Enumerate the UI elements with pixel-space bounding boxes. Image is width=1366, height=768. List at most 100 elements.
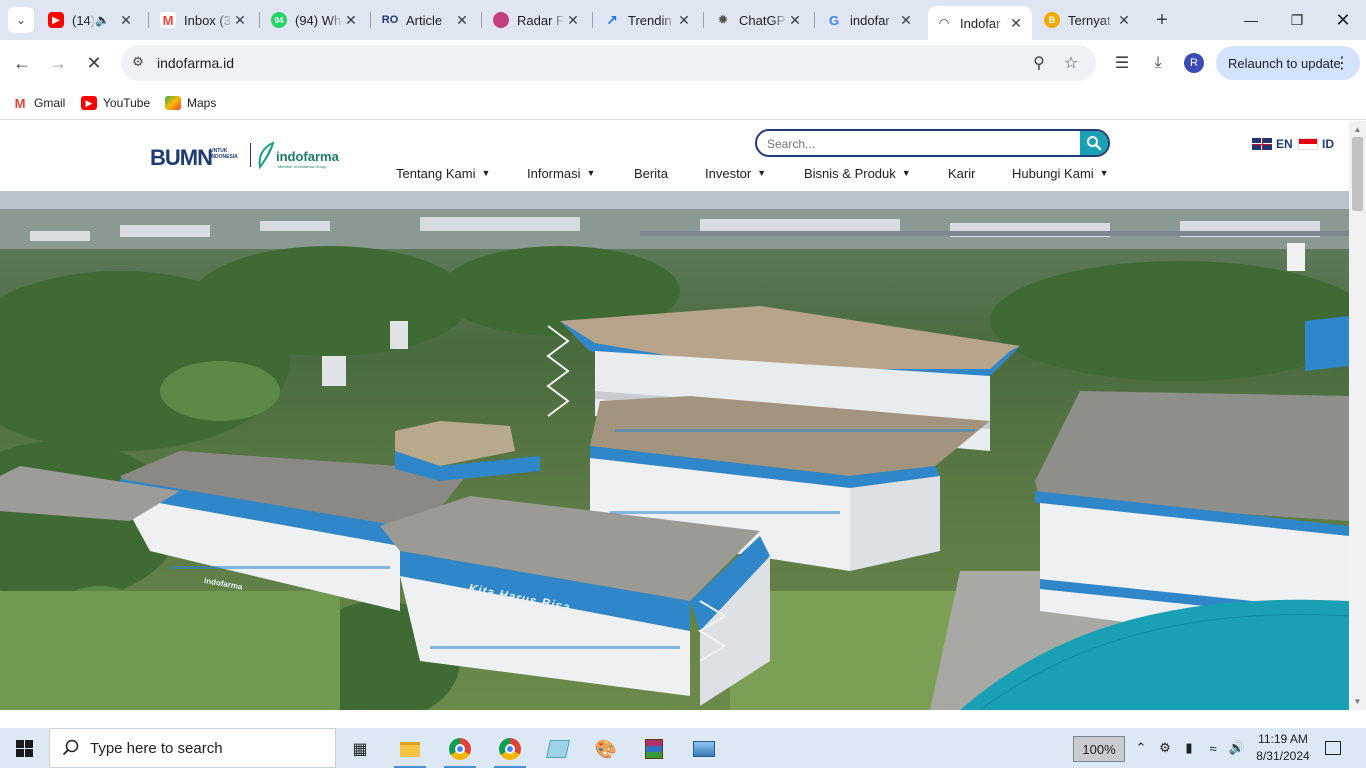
close-tab-icon[interactable]: ✕	[118, 12, 134, 28]
tab-whatsapp[interactable]: 94 (94) Wh ✕	[263, 6, 367, 34]
scrollbar-thumb[interactable]	[1352, 137, 1363, 211]
close-tab-icon[interactable]: ✕	[565, 12, 581, 28]
nav-label: Berita	[634, 165, 668, 181]
close-tab-icon[interactable]: ✕	[454, 12, 470, 28]
photos-app-button[interactable]	[684, 732, 724, 766]
tab-separator	[259, 12, 260, 28]
taskbar-search[interactable]: Type here to search	[49, 728, 336, 768]
tab-title: ChatGP	[739, 12, 786, 28]
tab-trending[interactable]: ↗ Trendin ✕	[596, 6, 700, 34]
web-page: BUMN UNTUK INDONESIA indofarma Member of…	[0, 121, 1349, 710]
tab-gmail[interactable]: M Inbox (3 ✕	[152, 6, 256, 34]
winrar-icon	[645, 739, 663, 759]
show-hidden-icons-button[interactable]: ⌃	[1132, 728, 1150, 768]
system-clock[interactable]: 11:19 AM 8/31/2024	[1248, 731, 1318, 765]
tab-search-button[interactable]: ⌄	[8, 7, 34, 33]
notifications-button[interactable]	[1322, 728, 1344, 768]
paint-app-button[interactable]: 🎨	[586, 732, 626, 766]
close-tab-icon[interactable]: ✕	[343, 12, 359, 28]
bitcoin-icon: B	[1044, 12, 1060, 28]
close-tab-icon[interactable]: ✕	[1116, 12, 1132, 28]
restore-button[interactable]: ❐	[1274, 0, 1320, 40]
site-info-icon[interactable]: ⚙	[129, 54, 147, 72]
profile-avatar[interactable]: R	[1184, 53, 1204, 73]
stop-loading-button[interactable]: ✕	[80, 49, 108, 77]
tab-google-search[interactable]: G indofar ✕	[818, 6, 922, 34]
close-window-button[interactable]: ✕	[1320, 0, 1366, 40]
tab-separator	[592, 12, 593, 28]
bookmark-label: YouTube	[103, 96, 151, 110]
nav-tentang-kami[interactable]: Tentang Kami ▼	[396, 163, 490, 183]
nav-berita[interactable]: Berita	[634, 163, 668, 183]
tab-chatgpt[interactable]: ✹ ChatGP ✕	[707, 6, 811, 34]
minimize-button[interactable]: —	[1228, 0, 1274, 40]
bookmark-maps[interactable]: Maps	[165, 93, 216, 113]
notes-app-button[interactable]	[538, 732, 578, 766]
file-explorer-button[interactable]	[390, 732, 430, 768]
tab-title: Article	[406, 12, 443, 28]
bookmark-gmail[interactable]: M Gmail	[12, 93, 65, 113]
back-button[interactable]: ←	[8, 49, 36, 77]
scroll-down-icon[interactable]: ▼	[1353, 697, 1362, 706]
zoom-level-badge[interactable]: 100%	[1073, 736, 1125, 762]
tab-radar[interactable]: Radar F ✕	[485, 6, 589, 34]
start-button[interactable]	[0, 728, 48, 768]
tab-indofarma-active[interactable]: ◠ Indofar ✕	[928, 6, 1032, 40]
close-tab-icon[interactable]: ✕	[232, 12, 248, 28]
close-tab-icon[interactable]: ✕	[787, 12, 803, 28]
address-bar[interactable]: ⚙ indofarma.id ⚲ ☆	[121, 45, 1096, 81]
url-text[interactable]: indofarma.id	[157, 55, 234, 71]
zoom-icon[interactable]: ⚲	[1029, 53, 1049, 73]
nav-label: Karir	[948, 165, 976, 181]
site-header: BUMN UNTUK INDONESIA indofarma Member of…	[0, 121, 1349, 191]
language-en[interactable]: EN	[1252, 137, 1293, 151]
nav-karir[interactable]: Karir	[948, 163, 975, 183]
bookmarks-bar: M Gmail ▶ YouTube Maps	[0, 86, 1366, 120]
factory-aerial-photo	[0, 191, 1349, 710]
battery-icon[interactable]: ▮	[1180, 728, 1198, 768]
scroll-up-icon[interactable]: ▲	[1353, 125, 1362, 134]
bookmark-star-icon[interactable]: ☆	[1061, 53, 1081, 73]
language-id[interactable]: ID	[1298, 137, 1334, 151]
close-tab-icon[interactable]: ✕	[1008, 15, 1024, 31]
volume-icon[interactable]: 🔊	[1228, 728, 1246, 768]
site-search	[755, 129, 1110, 157]
tab-youtube[interactable]: ▶ (14) 🔈 ✕	[40, 6, 142, 34]
page-scrollbar[interactable]: ▲ ▼	[1349, 121, 1366, 710]
chrome-button[interactable]	[440, 732, 480, 768]
tab-title: (94) Wh	[295, 12, 342, 28]
wifi-icon[interactable]: ≈	[1204, 728, 1222, 768]
bookmark-youtube[interactable]: ▶ YouTube	[81, 93, 150, 113]
indofarma-logo-subtitle: Member of Biofarma Group	[278, 164, 327, 169]
nav-hubungi-kami[interactable]: Hubungi Kami ▼	[1012, 163, 1109, 183]
close-tab-icon[interactable]: ✕	[898, 12, 914, 28]
windows-logo-icon	[15, 739, 33, 757]
nav-investor[interactable]: Investor ▼	[705, 163, 766, 183]
download-icon[interactable]: ⤓	[1147, 52, 1169, 74]
close-tab-icon[interactable]: ✕	[676, 12, 692, 28]
tab-bitcoin[interactable]: B Ternyat ✕	[1036, 6, 1140, 34]
nav-label: Investor	[705, 165, 752, 181]
more-menu-icon[interactable]: ⋮	[1334, 53, 1350, 73]
gmail-icon: M	[12, 96, 28, 111]
chatgpt-icon: ✹	[717, 12, 729, 27]
site-search-input[interactable]	[767, 135, 1067, 153]
tab-article[interactable]: RO Article ✕	[374, 6, 478, 34]
meet-now-icon[interactable]: ⚙	[1156, 728, 1174, 768]
relaunch-to-update-button[interactable]: Relaunch to update ⋮	[1216, 46, 1360, 80]
forward-button[interactable]: →	[44, 49, 72, 77]
chevron-down-icon: ▼	[901, 168, 911, 178]
chrome-profile-button[interactable]	[490, 732, 530, 768]
nav-informasi[interactable]: Informasi ▼	[527, 163, 595, 183]
speaker-icon[interactable]: 🔈	[95, 13, 110, 27]
tab-title: Inbox (3	[184, 12, 231, 28]
site-search-button[interactable]	[1080, 131, 1108, 155]
tab-title: (14)	[72, 12, 96, 28]
winrar-button[interactable]	[634, 732, 674, 766]
bookmark-label: Gmail	[34, 96, 66, 110]
media-controls-icon[interactable]: ☰	[1111, 52, 1133, 74]
notepad-icon	[546, 740, 570, 758]
nav-bisnis-produk[interactable]: Bisnis & Produk ▼	[804, 163, 911, 183]
task-view-button[interactable]: ▦	[340, 732, 380, 766]
new-tab-button[interactable]: +	[1150, 8, 1174, 32]
